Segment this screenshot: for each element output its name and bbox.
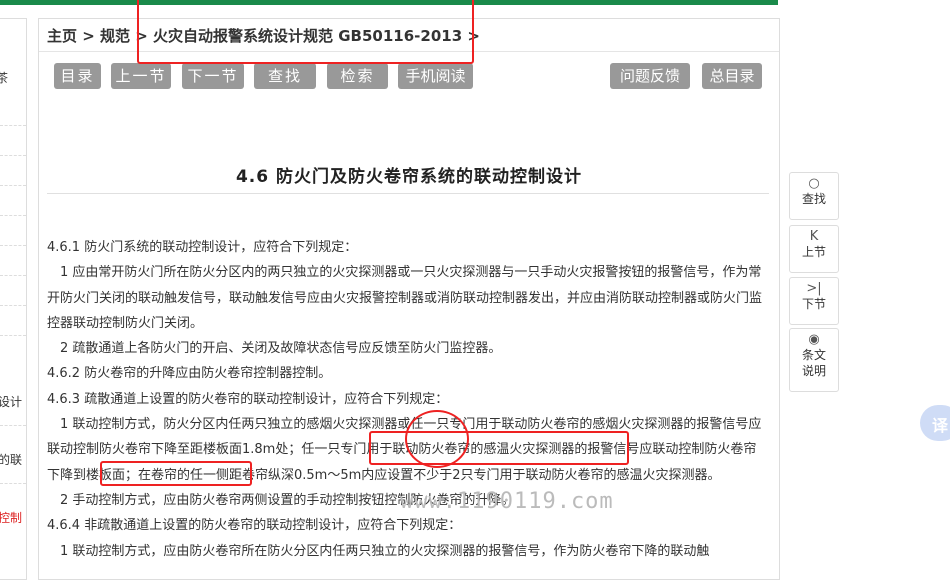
clause-text: 4.6.1 防火门系统的联动控制设计，应符合下列规定： [47, 240, 358, 255]
mobile-read-button[interactable]: 手机阅读 [398, 63, 473, 89]
clause-text: 1 应由常开防火门所在防火分区内的两只独立的火灾探测器或一只火灾探测器与一只手动… [47, 265, 763, 331]
article-content: 4.6.1 防火门系统的联动控制设计，应符合下列规定： 1 应由常开防火门所在防… [47, 235, 769, 564]
side-find-button[interactable]: ○ 查找 [789, 172, 839, 220]
search-button[interactable]: 检索 [327, 63, 388, 89]
next-section-button[interactable]: 下一节 [182, 63, 244, 89]
clause-text: 1 联动控制方式，防火分区内任两只独立的感烟火灾探测器或任一只专门用于联动防火卷… [47, 417, 762, 483]
catalog-button[interactable]: 目录 [54, 63, 101, 89]
prev-section-button[interactable]: 上一节 [111, 63, 171, 89]
find-button[interactable]: 查找 [254, 63, 316, 89]
clause-text: 1 联动控制方式，应由防火卷帘所在防火分区内任两只独立的火灾探测器的报警信号，作… [60, 543, 710, 559]
toc-button[interactable]: 总目录 [702, 63, 762, 89]
translate-button[interactable]: 译 [920, 405, 950, 441]
prev-arrow-icon: K [809, 229, 819, 244]
top-accent-bar [0, 0, 778, 5]
left-nav-item[interactable]: 的联 [0, 451, 22, 468]
section-title: 4.6 防火门及防火卷帘系统的联动控制设计 [235, 167, 583, 187]
side-explain-button[interactable]: ◉ 条文 说明 [789, 328, 839, 392]
left-nav-item[interactable]: 茶 [0, 69, 8, 86]
next-arrow-icon: >| [806, 281, 822, 296]
clause-text: 4.6.2 防火卷帘的升降应由防火卷帘控制器控制。 [47, 366, 332, 382]
site-watermark: www.1190119.com [400, 489, 614, 514]
eye-icon: ◉ [808, 332, 820, 347]
side-prev-button[interactable]: K 上节 [789, 225, 839, 273]
translate-icon: 译 [932, 416, 949, 435]
breadcrumb[interactable]: 主页 > 规范 > 火灾自动报警系统设计规范 GB50116-2013 > [47, 25, 480, 46]
clause-text: 4.6.3 疏散通道上设置的防火卷帘的联动控制设计，应符合下列规定： [47, 391, 449, 407]
side-next-button[interactable]: >| 下节 [789, 277, 839, 325]
clause-text: 4.6.4 非疏散通道上设置的防火卷帘的联动控制设计，应符合下列规定： [47, 518, 462, 534]
clause-text: 2 疏散通道上各防火门的开启、关闭及故障状态信号应反馈至防火门监控器。 [60, 341, 502, 357]
feedback-button[interactable]: 问题反馈 [610, 63, 690, 89]
search-icon: ○ [808, 176, 820, 191]
left-nav-item-active[interactable]: 控制 [0, 509, 22, 526]
left-nav-panel: 茶 设计 的联 控制 [0, 18, 27, 580]
left-nav-item[interactable]: 设计 [0, 393, 22, 410]
